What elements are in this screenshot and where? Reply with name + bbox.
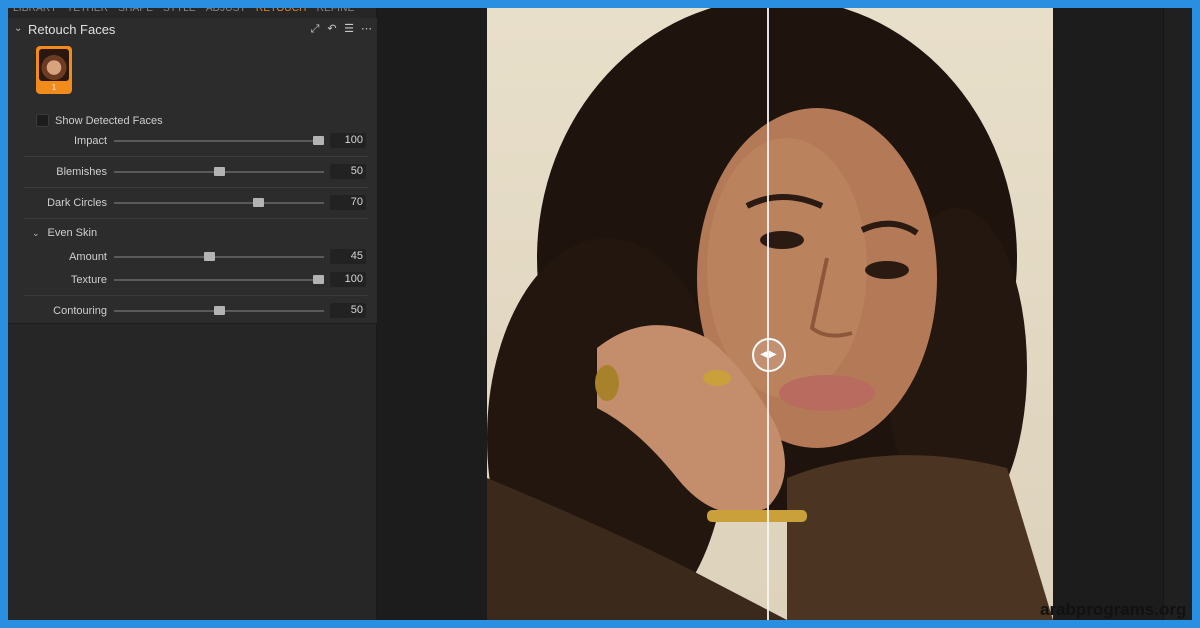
tab-tether[interactable]: TETHER — [62, 8, 113, 16]
app-window: LIBRARY TETHER SHAPE STYLE ADJUST RETOUC… — [8, 8, 1192, 620]
amount-label: Amount — [69, 251, 107, 263]
tab-refine[interactable]: REFINE — [312, 8, 360, 16]
divider — [24, 156, 368, 157]
slider-row-blemishes: Blemishes 50 — [8, 163, 377, 181]
watermark: arabprograms.org — [1040, 600, 1187, 619]
slider-row-amount: Amount 45 — [8, 248, 377, 266]
show-detected-faces-row[interactable]: Show Detected Faces — [36, 114, 163, 127]
right-panel-strip — [1163, 8, 1192, 620]
more-icon[interactable]: ⋯ — [361, 23, 372, 35]
lips — [779, 375, 875, 411]
slider-row-impact: Impact 100 — [8, 132, 377, 150]
divider — [24, 295, 368, 296]
texture-value[interactable]: 100 — [330, 272, 366, 287]
face-highlight — [707, 138, 867, 398]
impact-value[interactable]: 100 — [330, 133, 366, 148]
tab-library[interactable]: LIBRARY — [8, 8, 62, 16]
tab-retouch[interactable]: RETOUCH — [251, 8, 312, 16]
even-skin-label: Even Skin — [47, 227, 98, 239]
dark-circles-label: Dark Circles — [47, 197, 107, 209]
dark-circles-slider-handle[interactable] — [253, 198, 265, 207]
divider — [24, 187, 368, 188]
dark-circles-slider[interactable] — [114, 198, 324, 207]
image-viewer[interactable]: ◀▶ — [377, 8, 1192, 620]
slider-row-texture: Texture 100 — [8, 271, 377, 289]
contouring-slider-handle[interactable] — [213, 306, 225, 315]
face-index: 1 — [51, 83, 57, 92]
tab-style[interactable]: STYLE — [158, 8, 201, 16]
jacket-right — [787, 455, 1053, 620]
portrait-photo[interactable]: ◀▶ — [487, 8, 1053, 620]
chevron-down-icon[interactable]: ⌄ — [32, 228, 40, 239]
tool-tabs: LIBRARY TETHER SHAPE STYLE ADJUST RETOUC… — [8, 8, 377, 16]
presets-icon[interactable]: ☰ — [344, 23, 354, 35]
auto-adjust-icon[interactable]: ⤢ — [310, 23, 320, 35]
tool-header[interactable]: ⌄ Retouch Faces ⤢ ↶ ☰ ⋯ — [8, 18, 377, 42]
blemishes-slider-handle[interactable] — [213, 167, 225, 176]
contouring-label: Contouring — [53, 305, 107, 317]
show-detected-faces-label: Show Detected Faces — [55, 114, 163, 127]
bracelet — [707, 510, 807, 522]
impact-label: Impact — [73, 135, 107, 147]
left-right-arrows-icon: ◀▶ — [760, 349, 778, 360]
tab-shape[interactable]: SHAPE — [113, 8, 158, 16]
retouch-faces-tool: ⌄ Retouch Faces ⤢ ↶ ☰ ⋯ 1 Show Detected … — [8, 18, 377, 324]
contouring-slider[interactable] — [114, 306, 324, 315]
split-divider[interactable] — [767, 8, 769, 620]
face-thumbnail[interactable]: 1 — [36, 46, 72, 94]
texture-label: Texture — [70, 274, 107, 286]
chevron-down-icon[interactable]: ⌄ — [14, 24, 24, 34]
even-skin-header[interactable]: ⌄ Even Skin — [32, 227, 97, 239]
divider — [24, 218, 368, 219]
show-detected-faces-checkbox[interactable] — [36, 114, 49, 127]
blemishes-value[interactable]: 50 — [330, 164, 366, 179]
portrait-illustration — [487, 8, 1053, 620]
tool-header-icons: ⤢ ↶ ☰ ⋯ — [310, 23, 372, 35]
tool-title: Retouch Faces — [28, 22, 116, 37]
ring — [595, 365, 619, 401]
right-eye — [865, 261, 909, 279]
slider-row-dark-circles: Dark Circles 70 — [8, 194, 377, 212]
split-handle[interactable]: ◀▶ — [752, 338, 786, 372]
blemishes-label: Blemishes — [56, 166, 107, 178]
contouring-value[interactable]: 50 — [330, 303, 366, 318]
tools-panel: LIBRARY TETHER SHAPE STYLE ADJUST RETOUC… — [8, 8, 377, 620]
dark-circles-value[interactable]: 70 — [330, 195, 366, 210]
slider-row-contouring: Contouring 50 — [8, 302, 377, 320]
blemishes-slider[interactable] — [114, 167, 324, 176]
texture-slider-handle[interactable] — [313, 275, 324, 284]
tab-adjust[interactable]: ADJUST — [201, 8, 251, 16]
undo-icon[interactable]: ↶ — [327, 23, 337, 35]
amount-slider[interactable] — [114, 252, 324, 261]
face-image — [39, 49, 69, 81]
amount-slider-handle[interactable] — [203, 252, 215, 261]
texture-slider[interactable] — [114, 275, 324, 284]
ring — [703, 370, 731, 386]
impact-slider-handle[interactable] — [313, 136, 324, 145]
amount-value[interactable]: 45 — [330, 249, 366, 264]
impact-slider[interactable] — [114, 136, 324, 145]
